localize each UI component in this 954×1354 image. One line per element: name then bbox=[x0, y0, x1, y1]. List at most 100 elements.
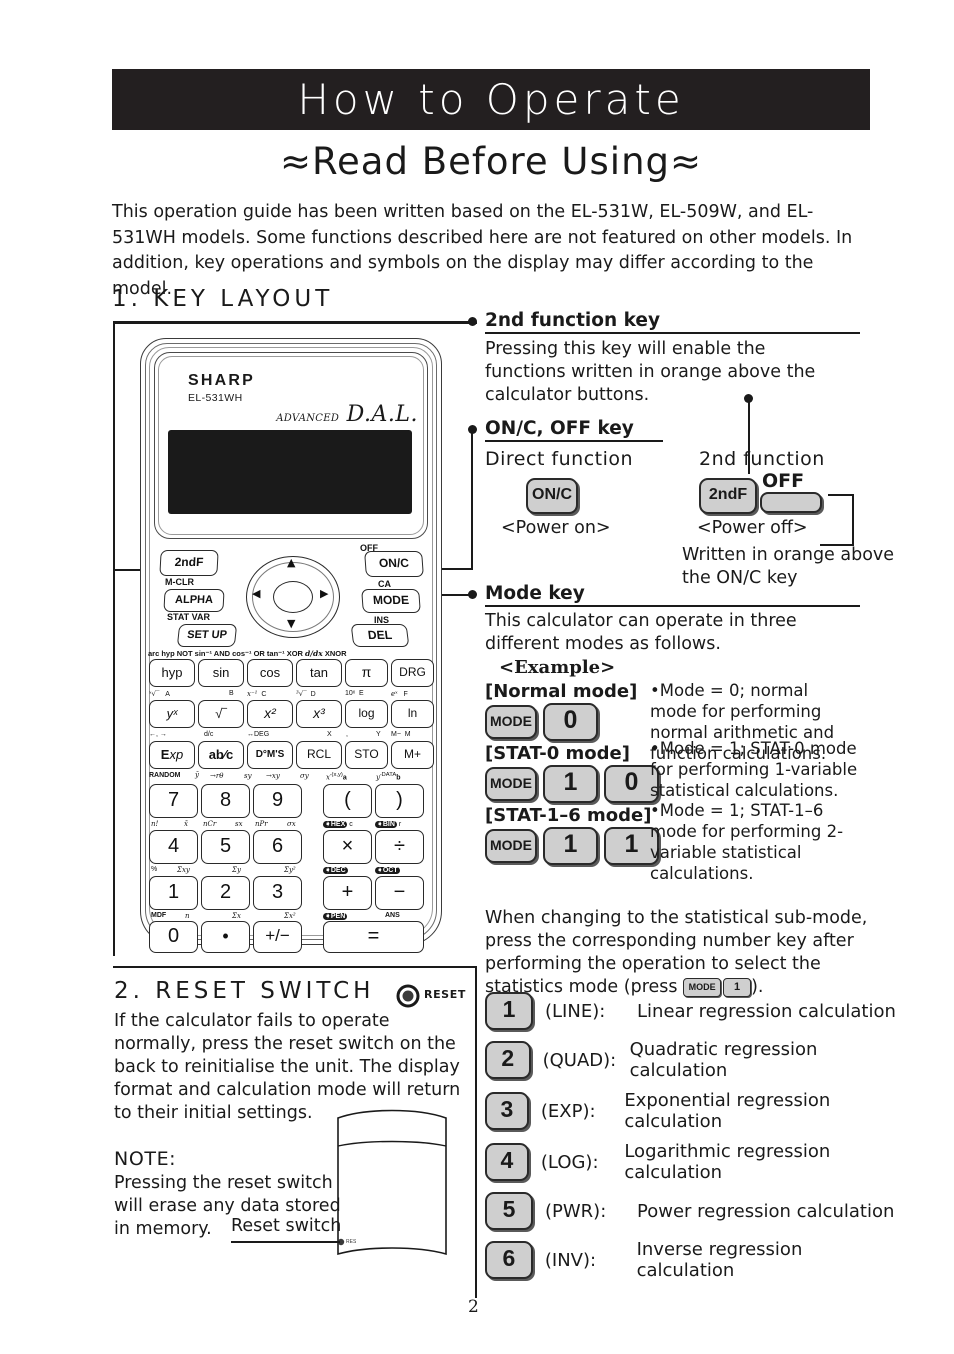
reset-switch-leader-line bbox=[231, 1241, 340, 1243]
mode-desc-stat16: •Mode = 1; STAT-1–6 mode for performing … bbox=[650, 801, 844, 883]
calc-row4-label-ybar: ȳ bbox=[195, 771, 199, 779]
substat-paragraph: When changing to the statistical sub-mod… bbox=[485, 907, 895, 999]
calc-key-4: 4 bbox=[149, 830, 198, 864]
regression-desc-5: Power regression calculation bbox=[637, 1200, 895, 1222]
calc-label-m-clr: M-CLR bbox=[165, 577, 194, 587]
calc-row5-label-sx: sx bbox=[235, 820, 243, 828]
calc-key-hyp: hyp bbox=[149, 659, 195, 687]
calc-key-7: 7 bbox=[149, 784, 198, 818]
calc-row4-label-yb: y′DATAb bbox=[376, 772, 401, 782]
calc-row5-label-npr: nPr bbox=[255, 820, 268, 828]
calculator-illustration: SHARP EL-531WH ADVANCED D.A.L. 2ndF M-CL… bbox=[140, 338, 442, 953]
regression-key-1: 1 bbox=[485, 992, 533, 1030]
page-subtitle: ≈Read Before Using≈ bbox=[279, 140, 703, 183]
calc-nav-left-icon: ◀ bbox=[252, 587, 261, 600]
calc-row3-label-comma: , bbox=[346, 731, 348, 738]
calc-row2-label-c: x⁻¹ C bbox=[247, 690, 267, 698]
calc-key-sto: STO bbox=[345, 741, 388, 769]
key-graphic-2ndf: 2ndF bbox=[699, 478, 757, 514]
calc-key-yx: yˣ bbox=[149, 700, 195, 728]
calc-row7-label-sigmaxsq: Σx² bbox=[284, 912, 296, 920]
calc-row5-label-ncr: nCr bbox=[203, 820, 217, 828]
calc-row5-label-xbar: x̄ bbox=[184, 820, 188, 828]
regression-row: 1 (LINE): Linear regression calculation bbox=[485, 992, 905, 1030]
calculator-keypad: 2ndF M-CLR ALPHA STAT VAR SET UP OFF ON/… bbox=[140, 338, 440, 953]
calc-row2-label-a: ˣ√‾ A bbox=[149, 690, 170, 698]
regression-desc-4: Logarithmic regression calculation bbox=[624, 1141, 831, 1183]
page-title: How to Operate bbox=[297, 75, 685, 124]
calc-row5-label-sigmax: σx bbox=[287, 820, 296, 828]
reset-switch-label: Reset switch bbox=[231, 1216, 342, 1236]
regression-row: 2 (QUAD): Quadratic regression calculati… bbox=[485, 1039, 905, 1081]
mode-label-normal: [Normal mode] bbox=[485, 681, 638, 702]
calc-key-9: 9 bbox=[253, 784, 302, 818]
calc-nav-center bbox=[273, 581, 313, 613]
label-power-off: <Power off> bbox=[697, 518, 808, 538]
calc-key-rparen: ) bbox=[375, 784, 424, 818]
regression-desc-1: Linear regression calculation bbox=[637, 1000, 896, 1022]
regression-abbr-5: (PWR): bbox=[545, 1200, 607, 1222]
calc-row2-label-f: eˣ F bbox=[391, 690, 408, 698]
calc-row3-label-mminus: M− M bbox=[391, 731, 411, 738]
calc-row3-label-x: X bbox=[327, 731, 332, 738]
calc-key-1: 1 bbox=[149, 876, 198, 910]
calc-key-mode: MODE bbox=[361, 589, 421, 613]
substat-text-a: When changing to the statistical sub-mod… bbox=[485, 908, 868, 997]
calc-row6-label-sigmaysq: Σy² bbox=[284, 866, 296, 874]
calc-key-plus: + bbox=[323, 876, 372, 910]
calc-row4-label-sy: sy bbox=[244, 772, 252, 780]
calc-key-alpha: ALPHA bbox=[163, 589, 225, 612]
calc-key-pi: π bbox=[345, 659, 388, 687]
mode-key-stat16-1a: 1 bbox=[543, 827, 598, 865]
mode-key-stat16-mode: MODE bbox=[485, 829, 537, 863]
page-number: 2 bbox=[468, 1297, 479, 1317]
calc-row4-label-sigmay: σy bbox=[300, 772, 309, 780]
calc-row2-label-d: ³√‾ D bbox=[296, 690, 316, 698]
callout-title-mode: Mode key bbox=[485, 583, 860, 607]
calc-row7-label-ans: ANS bbox=[385, 912, 400, 919]
reset-switch-icon bbox=[396, 984, 420, 1008]
label-direct-function: Direct function bbox=[485, 448, 634, 470]
calc-row4-label-xy: →xy bbox=[266, 772, 280, 780]
calc-label-stat-var: STAT VAR bbox=[167, 612, 210, 622]
reset-note-label: NOTE: bbox=[114, 1148, 177, 1170]
calc-row5-label-bin: ➧BIN r bbox=[375, 821, 402, 828]
calc-key-sqrt: √‾ bbox=[198, 700, 244, 728]
calc-key-rcl: RCL bbox=[296, 741, 342, 769]
calc-key-5: 5 bbox=[201, 830, 250, 864]
calc-row3-label-deg: ↔DEG bbox=[247, 731, 270, 738]
page-title-bar: How to Operate bbox=[112, 69, 870, 130]
calc-key-x2: x² bbox=[247, 700, 293, 728]
calc-key-x3: x³ bbox=[296, 700, 342, 728]
regression-row: 6 (INV): Inverse regression calculation bbox=[485, 1239, 905, 1281]
regression-abbr-3: (EXP): bbox=[540, 1100, 596, 1122]
calc-row4-label-random: RANDOM bbox=[149, 772, 181, 779]
regression-key-2: 2 bbox=[485, 1041, 531, 1079]
calc-row3-label-dc: d/c bbox=[204, 731, 214, 738]
key-graphic-onc: ON/C bbox=[526, 478, 578, 514]
label-2nd-function: 2nd function bbox=[699, 448, 825, 470]
calc-row7-label-sigmax: Σx bbox=[232, 912, 241, 920]
calc-key-8: 8 bbox=[201, 784, 250, 818]
mode-label-stat0: [STAT-0 mode] bbox=[485, 743, 630, 764]
callout-title-onc-off: ON/C, OFF key bbox=[485, 418, 663, 442]
callout-line-2ndf-top bbox=[113, 321, 473, 323]
calc-nav-up-icon: ▲ bbox=[287, 556, 296, 569]
calc-key-lparen: ( bbox=[323, 784, 372, 818]
calc-nav-down-icon: ▼ bbox=[287, 617, 296, 630]
regression-abbr-4: (LOG): bbox=[540, 1151, 599, 1173]
calc-key-plusminus: +/− bbox=[253, 921, 302, 953]
label-example: <Example> bbox=[499, 657, 616, 678]
calc-row4-label-xa: x′(x,y)a bbox=[326, 772, 347, 782]
label-off-orange: OFF bbox=[762, 470, 805, 492]
calc-key-cos: cos bbox=[247, 659, 293, 687]
callout-line-2ndf-left bbox=[113, 321, 115, 571]
regression-key-4: 4 bbox=[485, 1143, 529, 1181]
calc-key-sin: sin bbox=[198, 659, 244, 687]
calc-row6-label-sigmay2: Σy bbox=[232, 866, 241, 874]
callout-dot-2ndf bbox=[468, 317, 477, 326]
callout-dot-mode bbox=[468, 590, 477, 599]
label-power-on: <Power on> bbox=[501, 518, 611, 538]
reset-badge-label: RESET bbox=[424, 988, 466, 1001]
calc-row5-label-nfact: n! bbox=[151, 820, 159, 828]
